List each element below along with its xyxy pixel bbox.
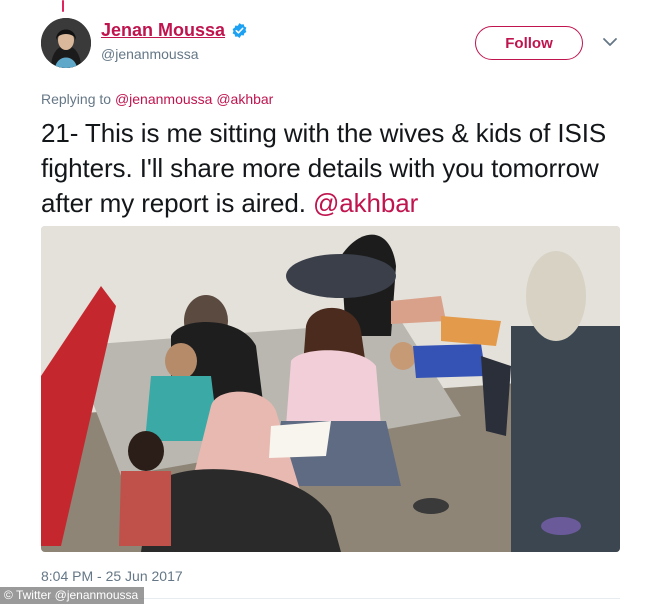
replying-to-line: Replying to @jenanmoussa @akhbar: [41, 91, 273, 107]
user-handle[interactable]: @jenanmoussa: [101, 46, 199, 62]
replying-mention-1[interactable]: @jenanmoussa: [115, 91, 213, 107]
tweet-photo[interactable]: [41, 226, 620, 552]
verified-badge-icon: [232, 23, 247, 38]
author-name-row: Jenan Moussa: [101, 20, 248, 41]
tweet-mention-akhbar[interactable]: @akhbar: [313, 188, 418, 218]
replying-prefix: Replying to: [41, 91, 112, 107]
tweet-text: 21- This is me sitting with the wives & …: [41, 116, 631, 221]
display-name[interactable]: Jenan Moussa: [101, 20, 225, 41]
replying-mention-2[interactable]: @akhbar: [216, 91, 273, 107]
photo-image: [41, 226, 620, 552]
chevron-down-icon[interactable]: [601, 36, 619, 48]
avatar-image: [41, 18, 91, 68]
follow-button[interactable]: Follow: [475, 26, 583, 60]
avatar[interactable]: [41, 18, 91, 68]
thread-connector-line: [62, 0, 64, 12]
image-credit: © Twitter @jenanmoussa: [0, 587, 145, 604]
tweet-timestamp[interactable]: 8:04 PM - 25 Jun 2017: [41, 568, 183, 584]
